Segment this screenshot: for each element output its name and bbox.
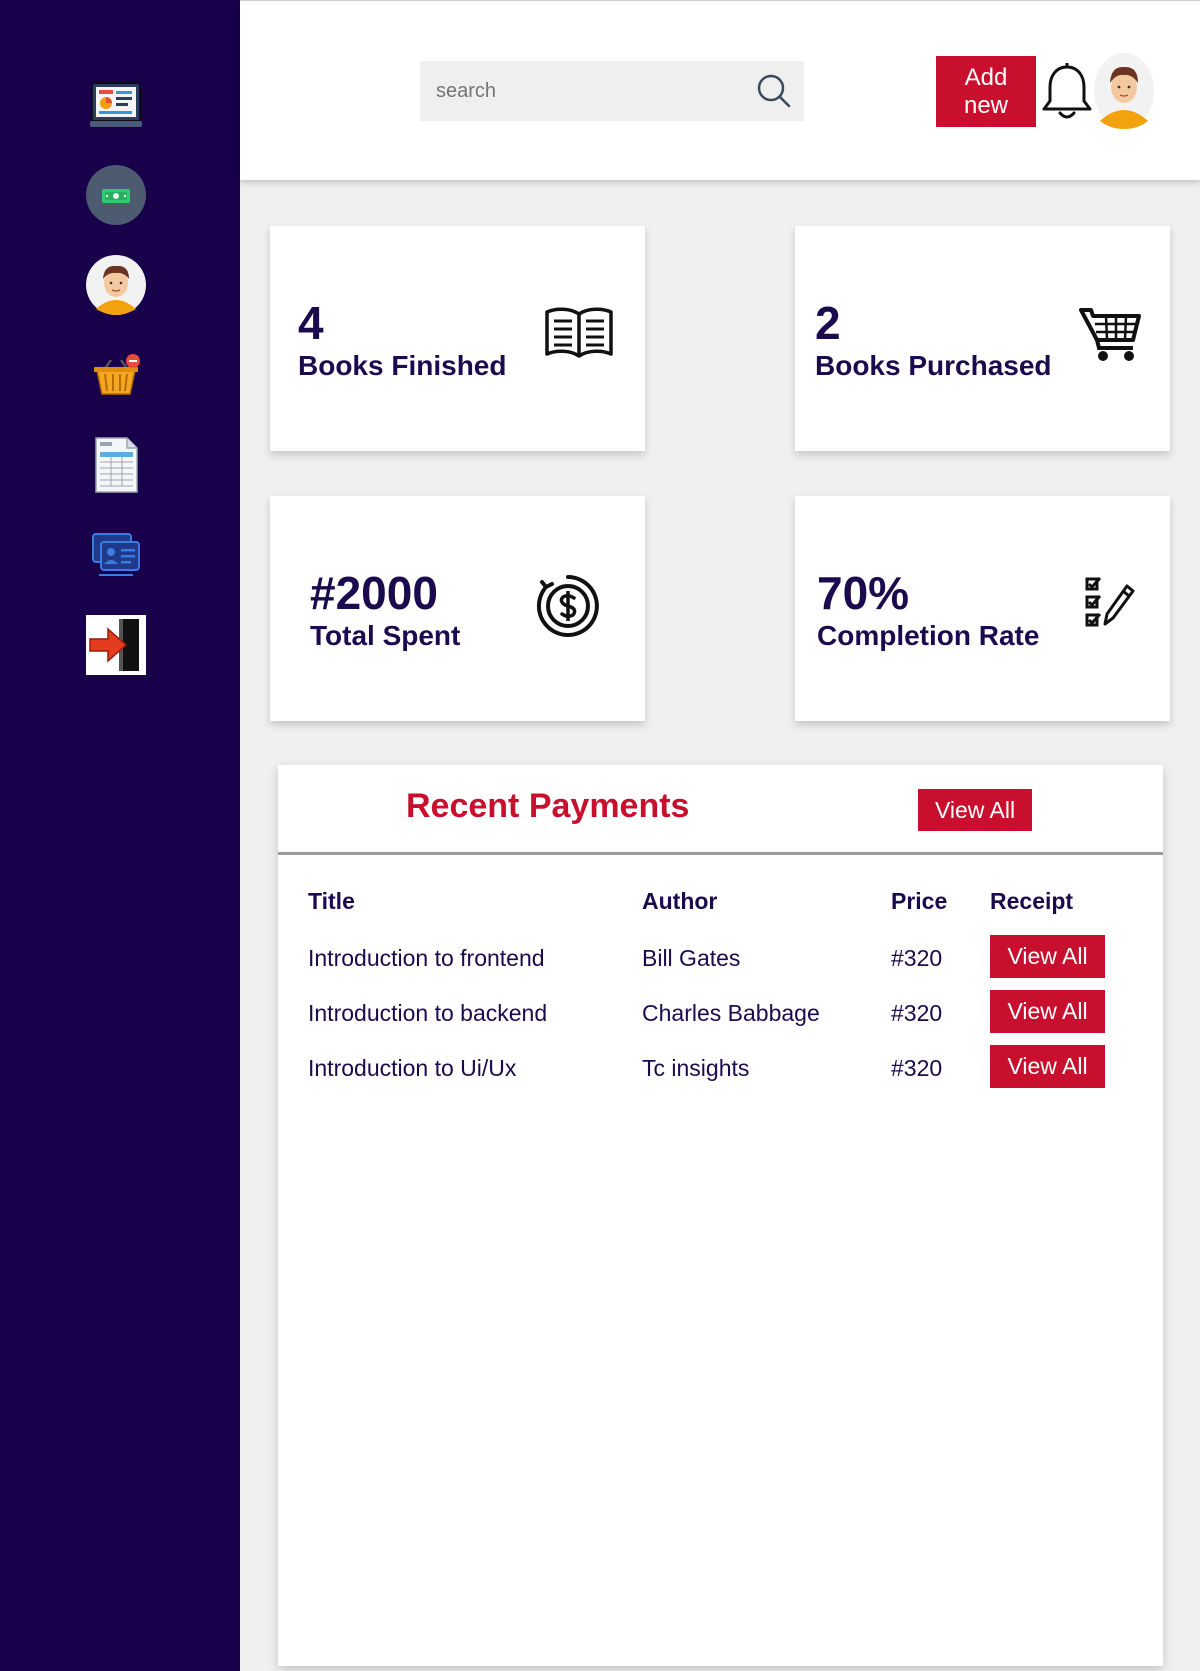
recent-payments-header: Recent Payments View All <box>278 765 1163 855</box>
bell-icon <box>1042 63 1092 119</box>
stat-value: 70% <box>817 567 910 619</box>
logout-icon <box>86 615 146 675</box>
stat-value: #2000 <box>310 567 438 619</box>
stat-card-books-finished: 4 Books Finished <box>270 226 645 451</box>
sidebar-item-profile[interactable] <box>86 255 146 315</box>
stat-value: 4 <box>298 297 324 349</box>
user-avatar-icon <box>1094 53 1154 129</box>
payment-author: Bill Gates <box>642 945 741 971</box>
table-row: Introduction to backend Charles Babbage … <box>0 990 1200 1036</box>
receipt-view-all-button[interactable]: View All <box>990 1045 1105 1088</box>
stat-label: Total Spent <box>310 620 461 651</box>
payment-title: Introduction to frontend <box>308 945 545 971</box>
payment-price: #320 <box>891 1000 943 1026</box>
sidebar-item-payments[interactable] <box>86 165 146 225</box>
user-avatar[interactable] <box>1094 53 1154 129</box>
search-box <box>420 61 804 121</box>
stat-card-completion-rate: 70% Completion Rate <box>795 496 1170 721</box>
money-icon <box>86 165 146 225</box>
stat-value: 2 <box>815 297 841 349</box>
sidebar-item-id-card[interactable] <box>86 525 146 585</box>
add-new-button[interactable]: Add new <box>936 56 1036 127</box>
add-new-label: Add new <box>964 64 1008 120</box>
table-row: Introduction to frontend Bill Gates #320… <box>0 935 1200 981</box>
column-header-receipt: Receipt <box>990 888 1074 914</box>
payment-author: Charles Babbage <box>642 1000 820 1026</box>
sidebar <box>0 0 240 1671</box>
stat-label: Completion Rate <box>817 620 1040 651</box>
payment-price: #320 <box>891 945 943 971</box>
recent-payments-title: Recent Payments <box>406 787 690 825</box>
sidebar-item-dashboard[interactable] <box>86 75 146 135</box>
view-all-payments-button[interactable]: View All <box>918 789 1032 831</box>
spreadsheet-icon <box>95 437 138 493</box>
column-header-title: Title <box>308 888 355 914</box>
payment-title: Introduction to backend <box>308 1000 548 1026</box>
column-header-author: Author <box>642 888 718 914</box>
dollar-coin-icon <box>536 575 599 637</box>
payment-title: Introduction to Ui/Ux <box>308 1055 517 1081</box>
search-button[interactable] <box>744 61 804 121</box>
search-input[interactable] <box>420 61 744 121</box>
stat-card-books-purchased: 2 Books Purchased <box>795 226 1170 451</box>
sidebar-item-cart[interactable] <box>86 345 146 405</box>
add-new-label-line1: Add <box>964 63 1008 91</box>
top-bar: Addnew <box>240 0 1200 180</box>
stat-label: Books Finished <box>298 350 507 381</box>
id-card-icon <box>92 533 140 576</box>
search-icon <box>757 74 791 108</box>
checklist-icon <box>1085 577 1135 627</box>
sidebar-item-reports[interactable] <box>86 435 146 495</box>
open-book-icon <box>545 307 613 358</box>
dashboard-icon <box>90 82 142 127</box>
receipt-view-all-button[interactable]: View All <box>990 935 1105 978</box>
payment-author: Tc insights <box>642 1055 750 1081</box>
add-new-label-line2: new <box>963 91 1009 119</box>
column-header-price: Price <box>891 888 948 914</box>
notifications-button[interactable] <box>1040 61 1094 125</box>
basket-icon <box>94 354 140 395</box>
stat-label: Books Purchased <box>815 350 1052 381</box>
sidebar-item-logout[interactable] <box>86 615 146 675</box>
profile-avatar-icon <box>86 255 146 315</box>
payment-price: #320 <box>891 1055 943 1081</box>
cart-icon <box>1079 308 1141 361</box>
receipt-view-all-button[interactable]: View All <box>990 990 1105 1033</box>
table-row: Introduction to Ui/Ux Tc insights #320 V… <box>0 1045 1200 1091</box>
stat-card-total-spent: #2000 Total Spent <box>270 496 645 721</box>
